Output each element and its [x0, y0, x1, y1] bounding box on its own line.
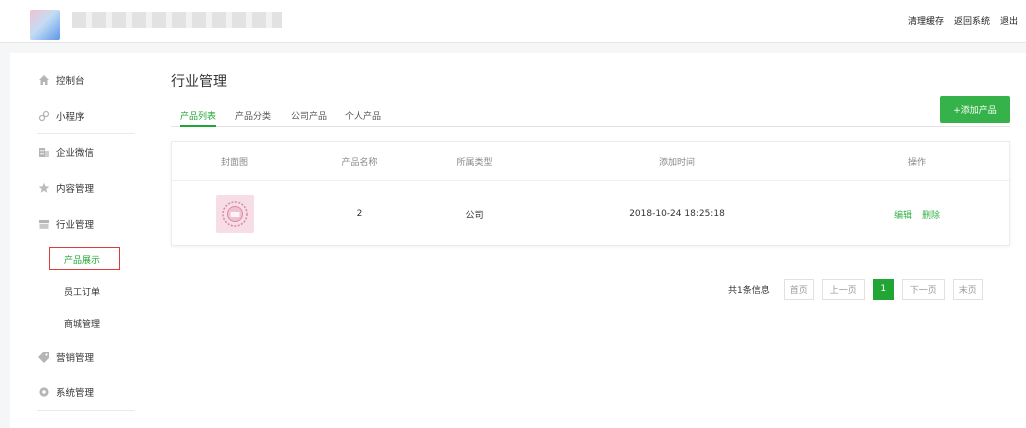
sidebar-item-industry[interactable]: 行业管理: [10, 206, 150, 242]
sidebar-subitem-label: 员工订单: [64, 287, 101, 298]
prev-page-button[interactable]: 上一页: [821, 278, 865, 300]
building-icon: [37, 146, 50, 159]
product-added-time: 2018-10-24 18:25:18: [629, 209, 725, 219]
sidebar-item-miniprogram[interactable]: 小程序: [10, 98, 150, 134]
sidebar-item-label: 控制台: [56, 76, 85, 87]
table-header: 封面图 产品名称 所属类型 添加时间 操作: [172, 142, 1011, 181]
top-bar: 清理缓存 返回系统 退出: [0, 0, 1026, 43]
sidebar-subitem-staff-orders[interactable]: 员工订单: [10, 276, 150, 306]
tag-icon: [37, 351, 50, 364]
column-header: 所属类型: [456, 157, 493, 168]
edit-link[interactable]: 编辑: [894, 208, 912, 221]
sidebar-item-content[interactable]: 内容管理: [10, 170, 150, 206]
sidebar-subitem-mall[interactable]: 商城管理: [10, 308, 150, 338]
product-type: 公司: [465, 210, 484, 221]
tab-personal-products[interactable]: 个人产品: [345, 109, 381, 127]
next-page-button[interactable]: 下一页: [901, 278, 945, 300]
page-title: 行业管理: [171, 74, 227, 90]
sidebar-item-dashboard[interactable]: 控制台: [10, 62, 150, 98]
divider: [37, 410, 135, 411]
star-icon: [37, 182, 50, 195]
brand-name-blurred: [72, 12, 282, 28]
app-logo: [30, 10, 60, 40]
product-tabs: 产品列表 产品分类 公司产品 个人产品: [171, 109, 1010, 127]
gear-icon: [37, 386, 50, 399]
product-name: 2: [356, 209, 363, 219]
sidebar-subitem-label: 商城管理: [64, 319, 101, 330]
tab-product-category[interactable]: 产品分类: [235, 109, 271, 127]
product-table: 封面图 产品名称 所属类型 添加时间 操作 2 公司 2018-10-24 18…: [171, 141, 1011, 247]
highlight-box: [49, 247, 120, 270]
top-links: 清理缓存 返回系统 退出: [908, 14, 1018, 27]
total-count: 共1条信息: [728, 285, 770, 296]
pagination: 共1条信息 首页 上一页 1 下一页 末页: [728, 278, 991, 300]
sidebar-item-label: 行业管理: [56, 220, 95, 231]
sidebar-item-label: 营销管理: [56, 353, 95, 364]
tab-product-list[interactable]: 产品列表: [180, 109, 217, 127]
table-row: 2 公司 2018-10-24 18:25:18 编辑 删除: [172, 181, 1011, 247]
sidebar-item-label: 企业微信: [56, 148, 95, 159]
sidebar-item-marketing[interactable]: 营销管理: [10, 339, 150, 375]
tab-company-products[interactable]: 公司产品: [291, 109, 327, 127]
archive-icon: [37, 218, 50, 231]
sidebar-item-label: 小程序: [56, 112, 85, 123]
column-header: 操作: [907, 157, 926, 168]
sidebar-item-enterprise-wechat[interactable]: 企业微信: [10, 134, 150, 170]
current-page-button[interactable]: 1: [872, 278, 894, 300]
last-page-button[interactable]: 末页: [952, 278, 983, 300]
column-header: 产品名称: [341, 157, 378, 168]
cover-cell: [187, 181, 282, 247]
column-header: 添加时间: [658, 157, 695, 168]
sidebar-item-system[interactable]: 系统管理: [10, 374, 150, 410]
clear-cache-link[interactable]: 清理缓存: [908, 14, 944, 27]
sidebar-item-label: 系统管理: [56, 388, 95, 399]
miniprogram-icon: [37, 110, 50, 123]
column-header: 封面图: [220, 157, 248, 168]
return-system-link[interactable]: 返回系统: [954, 14, 990, 27]
actions-cell: 编辑 删除: [852, 181, 982, 247]
first-page-button[interactable]: 首页: [783, 278, 814, 300]
home-icon: [37, 74, 50, 87]
add-product-button[interactable]: +添加产品: [940, 96, 1010, 123]
logout-link[interactable]: 退出: [1000, 14, 1018, 27]
main-panel: 行业管理 产品列表 产品分类 公司产品 个人产品 +添加产品 封面图 产品名称 …: [150, 53, 1026, 428]
sidebar-item-label: 内容管理: [56, 184, 95, 195]
sidebar: 控制台 小程序 企业微信 内容管理 行业管理 产品展示 员工订单 商城管理 营销…: [10, 53, 150, 428]
delete-link[interactable]: 删除: [922, 208, 940, 221]
product-cover-image: [215, 195, 254, 233]
